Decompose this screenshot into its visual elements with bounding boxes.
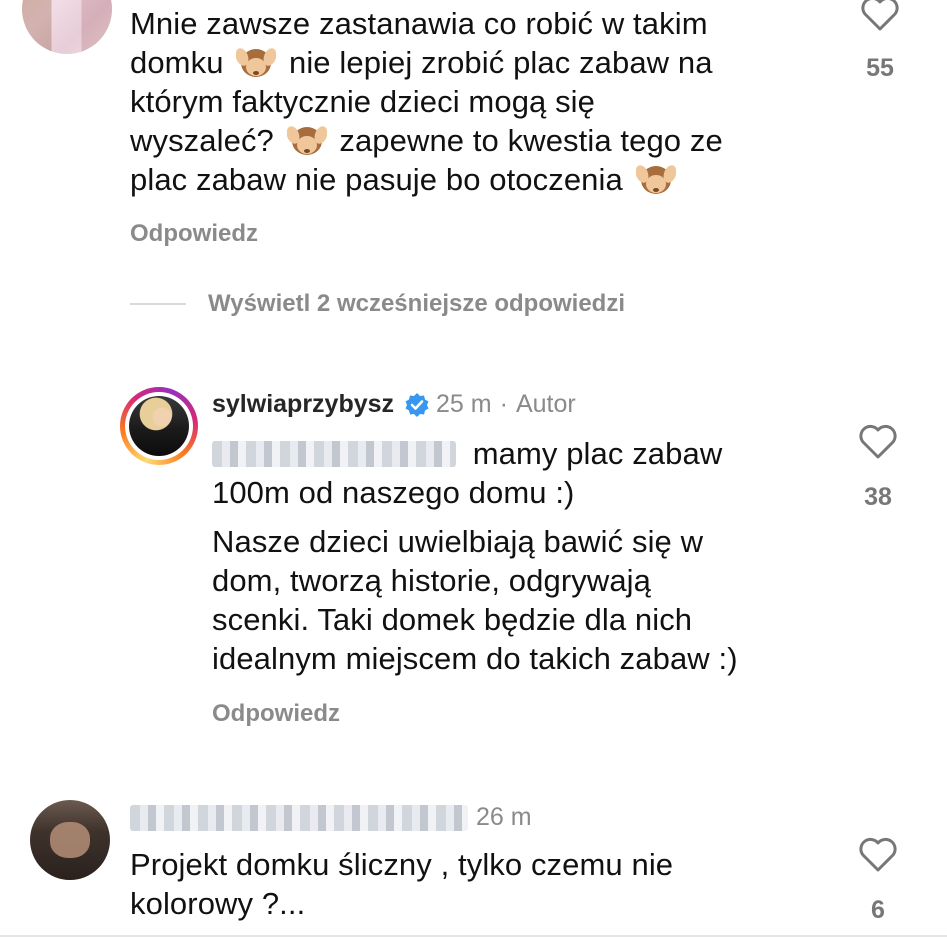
- comment-line: plac zabaw nie pasuje bo otoczenia: [130, 160, 723, 199]
- timestamp: 25 m: [436, 390, 492, 418]
- comment-line: scenki. Taki domek będzie dla nich: [212, 602, 693, 637]
- comment-line: idealnym miejscem do takich zabaw :): [212, 641, 738, 676]
- comment-text: Projekt domku śliczny , tylko czemu nie …: [130, 845, 673, 923]
- view-replies-label: Wyświetl 2 wcześniejsze odpowiedzi: [208, 290, 626, 317]
- comment-line: mamy plac zabaw: [212, 434, 722, 473]
- author-badge: Autor: [515, 390, 576, 418]
- comment-line: kolorowy ?...: [130, 886, 306, 921]
- comment-line: domku nie lepiej zrobić plac zabaw na: [130, 45, 713, 80]
- view-earlier-replies[interactable]: Wyświetl 2 wcześniejsze odpowiedzi: [130, 290, 625, 318]
- see-no-evil-monkey-icon: [635, 165, 676, 194]
- blurred-mention[interactable]: [212, 441, 456, 467]
- username[interactable]: sylwiaprzybysz: [212, 390, 394, 419]
- see-no-evil-monkey-icon: [286, 126, 327, 155]
- comment-line: którym faktycznie dzieci mogą się: [130, 84, 596, 119]
- heart-icon[interactable]: [859, 0, 901, 32]
- heart-icon[interactable]: [857, 835, 899, 873]
- comment-text: mamy plac zabaw 100m od naszego domu :): [212, 434, 722, 512]
- comment-line: wyszaleć? zapewne to kwestia tego ze: [130, 123, 723, 158]
- like-count: 6: [871, 896, 885, 924]
- comment-line: Mnie zawsze zastanawia co robić w takim: [130, 6, 708, 41]
- timestamp: 26 m: [476, 803, 532, 831]
- comment-text: Nasze dzieci uwielbiają bawić się w dom,…: [212, 522, 738, 678]
- comment-line: Projekt domku śliczny , tylko czemu nie: [130, 847, 674, 882]
- heart-icon[interactable]: [857, 422, 899, 460]
- comment-text: Mnie zawsze zastanawia co robić w takim …: [130, 4, 723, 199]
- comment-header: sylwiaprzybysz 25 m · Autor: [212, 390, 576, 419]
- comment-line: Nasze dzieci uwielbiają bawić się w: [212, 524, 704, 559]
- comment-line: dom, tworzą historie, odgrywają: [212, 563, 652, 598]
- see-no-evil-monkey-icon: [236, 48, 277, 77]
- reply-button[interactable]: Odpowiedz: [212, 700, 340, 728]
- like-count: 55: [866, 54, 894, 82]
- like-count: 38: [864, 483, 892, 511]
- blurred-username[interactable]: [130, 804, 468, 831]
- avatar[interactable]: [120, 387, 198, 465]
- comment-header: 26 m: [130, 803, 532, 832]
- verified-badge-icon: [405, 392, 429, 417]
- avatar[interactable]: [30, 800, 110, 880]
- comment-line: 100m od naszego domu :): [212, 475, 575, 510]
- avatar[interactable]: [22, 0, 112, 54]
- divider: [130, 303, 186, 305]
- reply-button[interactable]: Odpowiedz: [130, 220, 258, 248]
- separator: ·: [499, 390, 508, 418]
